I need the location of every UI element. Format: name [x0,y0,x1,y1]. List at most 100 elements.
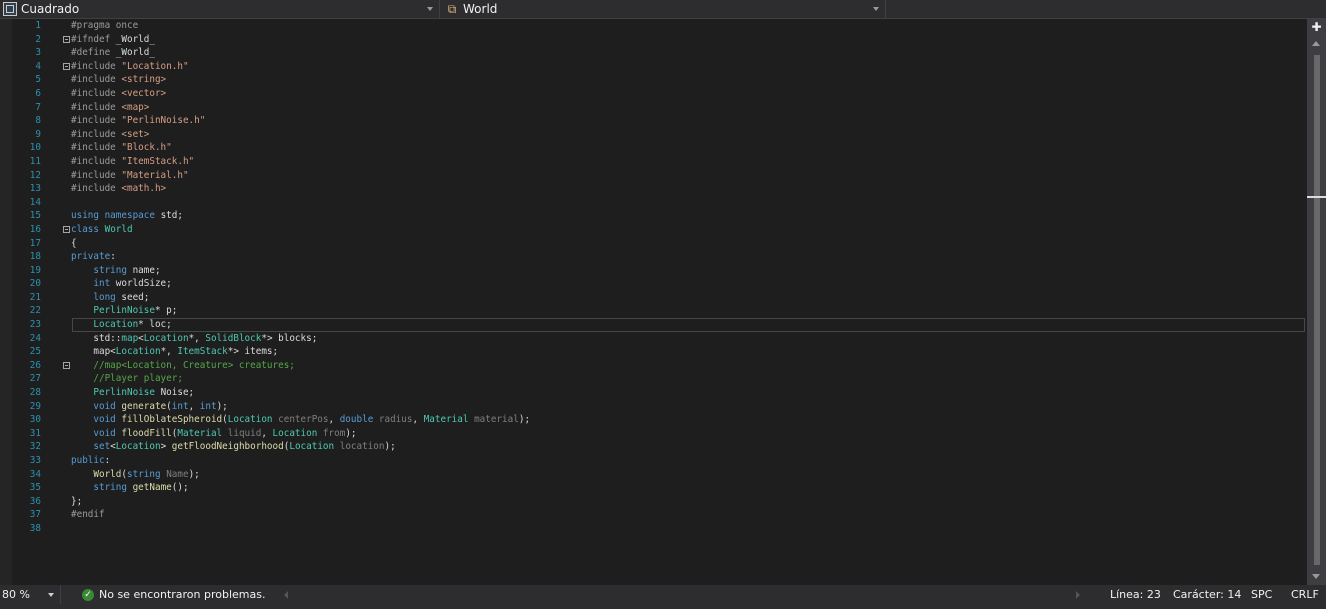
split-editor-icon[interactable]: ✚ [1310,21,1323,34]
line-indicator[interactable]: Línea: 23 [1110,585,1161,604]
code-line[interactable]: 31 void floodFill(Material liquid, Locat… [12,427,1307,441]
scroll-down-arrow-icon[interactable] [1312,574,1320,579]
code-text[interactable]: PerlinNoise Noise; [71,386,194,400]
code-line[interactable]: 29 void generate(int, int); [12,400,1307,414]
code-line[interactable]: 20 int worldSize; [12,277,1307,291]
code-line[interactable]: 24 std::map<Location*, SolidBlock*> bloc… [12,332,1307,346]
vertical-scrollbar[interactable]: ✚ [1307,19,1326,585]
code-text[interactable]: #pragma once [71,19,138,33]
code-line[interactable]: 8 #include "PerlinNoise.h" [12,114,1307,128]
code-text[interactable]: #include "Material.h" [71,169,189,183]
code-line[interactable]: 34 World(string Name); [12,468,1307,482]
code-text[interactable]: #include "Block.h" [71,141,172,155]
code-text[interactable]: { [71,237,77,251]
code-text[interactable]: #include <vector> [71,87,166,101]
problems-indicator[interactable]: ✓ No se encontraron problemas. [82,585,265,604]
code-line[interactable]: 3 #define _World_ [12,46,1307,60]
code-text[interactable]: map<Location*, ItemStack*> items; [71,345,278,359]
member-dropdown[interactable] [886,0,1326,18]
code-text[interactable]: void generate(int, int); [71,400,227,414]
code-line[interactable]: 30 void fillOblateSpheroid(Location cent… [12,413,1307,427]
code-line[interactable]: 35 string getName(); [12,481,1307,495]
code-line[interactable]: 14 [12,196,1307,210]
code-text[interactable]: public: [71,454,110,468]
code-text[interactable]: PerlinNoise* p; [71,304,177,318]
code-text[interactable]: void floodFill(Material liquid, Location… [71,427,356,441]
code-editor[interactable]: 1 #pragma once 2 #ifndef _World_ 3 #define _W… [0,19,1307,585]
code-area[interactable]: 1 #pragma once 2 #ifndef _World_ 3 #define _W… [12,19,1307,585]
code-text[interactable]: #endif [71,508,105,522]
code-line[interactable]: 22 PerlinNoise* p; [12,304,1307,318]
code-line[interactable]: 9 #include <set> [12,128,1307,142]
code-text[interactable]: World(string Name); [71,468,199,482]
scope-dropdown[interactable]: ⧉ World [442,0,886,18]
code-line[interactable]: 37 #endif [12,508,1307,522]
code-text[interactable]: #include "PerlinNoise.h" [71,114,205,128]
code-line[interactable]: 16 class World [12,223,1307,237]
code-text[interactable]: string name; [71,264,160,278]
code-line[interactable]: 17 { [12,237,1307,251]
code-line[interactable]: 26 //map<Location, Creature> creatures; [12,359,1307,373]
code-line[interactable]: 38 [12,522,1307,536]
code-text[interactable]: #include "Location.h" [71,60,189,74]
code-line[interactable]: 5 #include <string> [12,73,1307,87]
code-text[interactable]: #include <map> [71,101,149,115]
code-line[interactable]: 4 #include "Location.h" [12,60,1307,74]
code-text[interactable]: #include <string> [71,73,166,87]
code-line[interactable]: 27 //Player player; [12,372,1307,386]
code-text[interactable]: class World [71,223,133,237]
code-text[interactable]: #include "ItemStack.h" [71,155,194,169]
code-text[interactable]: #include <math.h> [71,182,166,196]
code-line[interactable]: 19 string name; [12,264,1307,278]
code-line[interactable]: 33 public: [12,454,1307,468]
scroll-up-arrow-icon[interactable] [1312,41,1320,46]
collapse-icon[interactable] [63,62,70,70]
collapse-icon[interactable] [63,225,70,233]
code-line[interactable]: 7 #include <map> [12,101,1307,115]
code-text[interactable]: using namespace std; [71,209,183,223]
chevron-down-icon[interactable] [873,7,879,11]
code-text[interactable]: #include <set> [71,128,149,142]
code-text[interactable]: string getName(); [71,481,188,495]
code-text[interactable]: private: [71,250,116,264]
chevron-down-icon[interactable] [48,592,54,597]
code-line[interactable]: 11 #include "ItemStack.h" [12,155,1307,169]
code-line[interactable]: 2 #ifndef _World_ [12,33,1307,47]
code-line[interactable]: 13 #include <math.h> [12,182,1307,196]
collapse-icon[interactable] [63,361,70,369]
code-line[interactable]: 23 Location* loc; [12,318,1307,332]
code-line[interactable]: 10 #include "Block.h" [12,141,1307,155]
code-line[interactable]: 36}; [12,495,1307,509]
code-text[interactable]: }; [71,495,82,509]
code-text[interactable]: long seed; [71,291,149,305]
indentation-indicator[interactable]: SPC [1251,585,1272,604]
code-text[interactable]: int worldSize; [71,277,171,291]
code-line[interactable]: 25 map<Location*, ItemStack*> items; [12,345,1307,359]
chevron-down-icon[interactable] [427,7,433,11]
scroll-right-arrow-icon[interactable] [1076,591,1080,599]
collapse-icon[interactable] [63,35,70,43]
code-text[interactable]: //Player player; [71,372,183,386]
code-line[interactable]: 1 #pragma once [12,19,1307,33]
code-line[interactable]: 15 using namespace std; [12,209,1307,223]
code-line[interactable]: 6 #include <vector> [12,87,1307,101]
zoom-dropdown[interactable]: 80 % [0,585,61,604]
line-ending-indicator[interactable]: CRLF [1291,585,1319,604]
code-text[interactable]: Location* loc; [71,318,171,332]
code-line[interactable]: 32 set<Location> getFloodNeighborhood(Lo… [12,440,1307,454]
code-text[interactable]: #ifndef _World_ [71,33,155,47]
character-indicator[interactable]: Carácter: 14 [1173,585,1241,604]
project-dropdown[interactable]: Cuadrado [0,0,440,18]
code-text[interactable]: //map<Location, Creature> creatures; [71,359,295,373]
code-text[interactable]: set<Location> getFloodNeighborhood(Locat… [71,440,395,454]
scroll-track[interactable] [1311,53,1322,569]
code-line[interactable]: 12 #include "Material.h" [12,169,1307,183]
code-line[interactable]: 21 long seed; [12,291,1307,305]
code-line[interactable]: 28 PerlinNoise Noise; [12,386,1307,400]
code-text[interactable]: std::map<Location*, SolidBlock*> blocks; [71,332,317,346]
code-text[interactable]: #define _World_ [71,46,155,60]
code-text[interactable]: void fillOblateSpheroid(Location centerP… [71,413,530,427]
scroll-left-arrow-icon[interactable] [284,591,288,599]
scroll-thumb[interactable] [1314,55,1320,565]
code-line[interactable]: 18 private: [12,250,1307,264]
